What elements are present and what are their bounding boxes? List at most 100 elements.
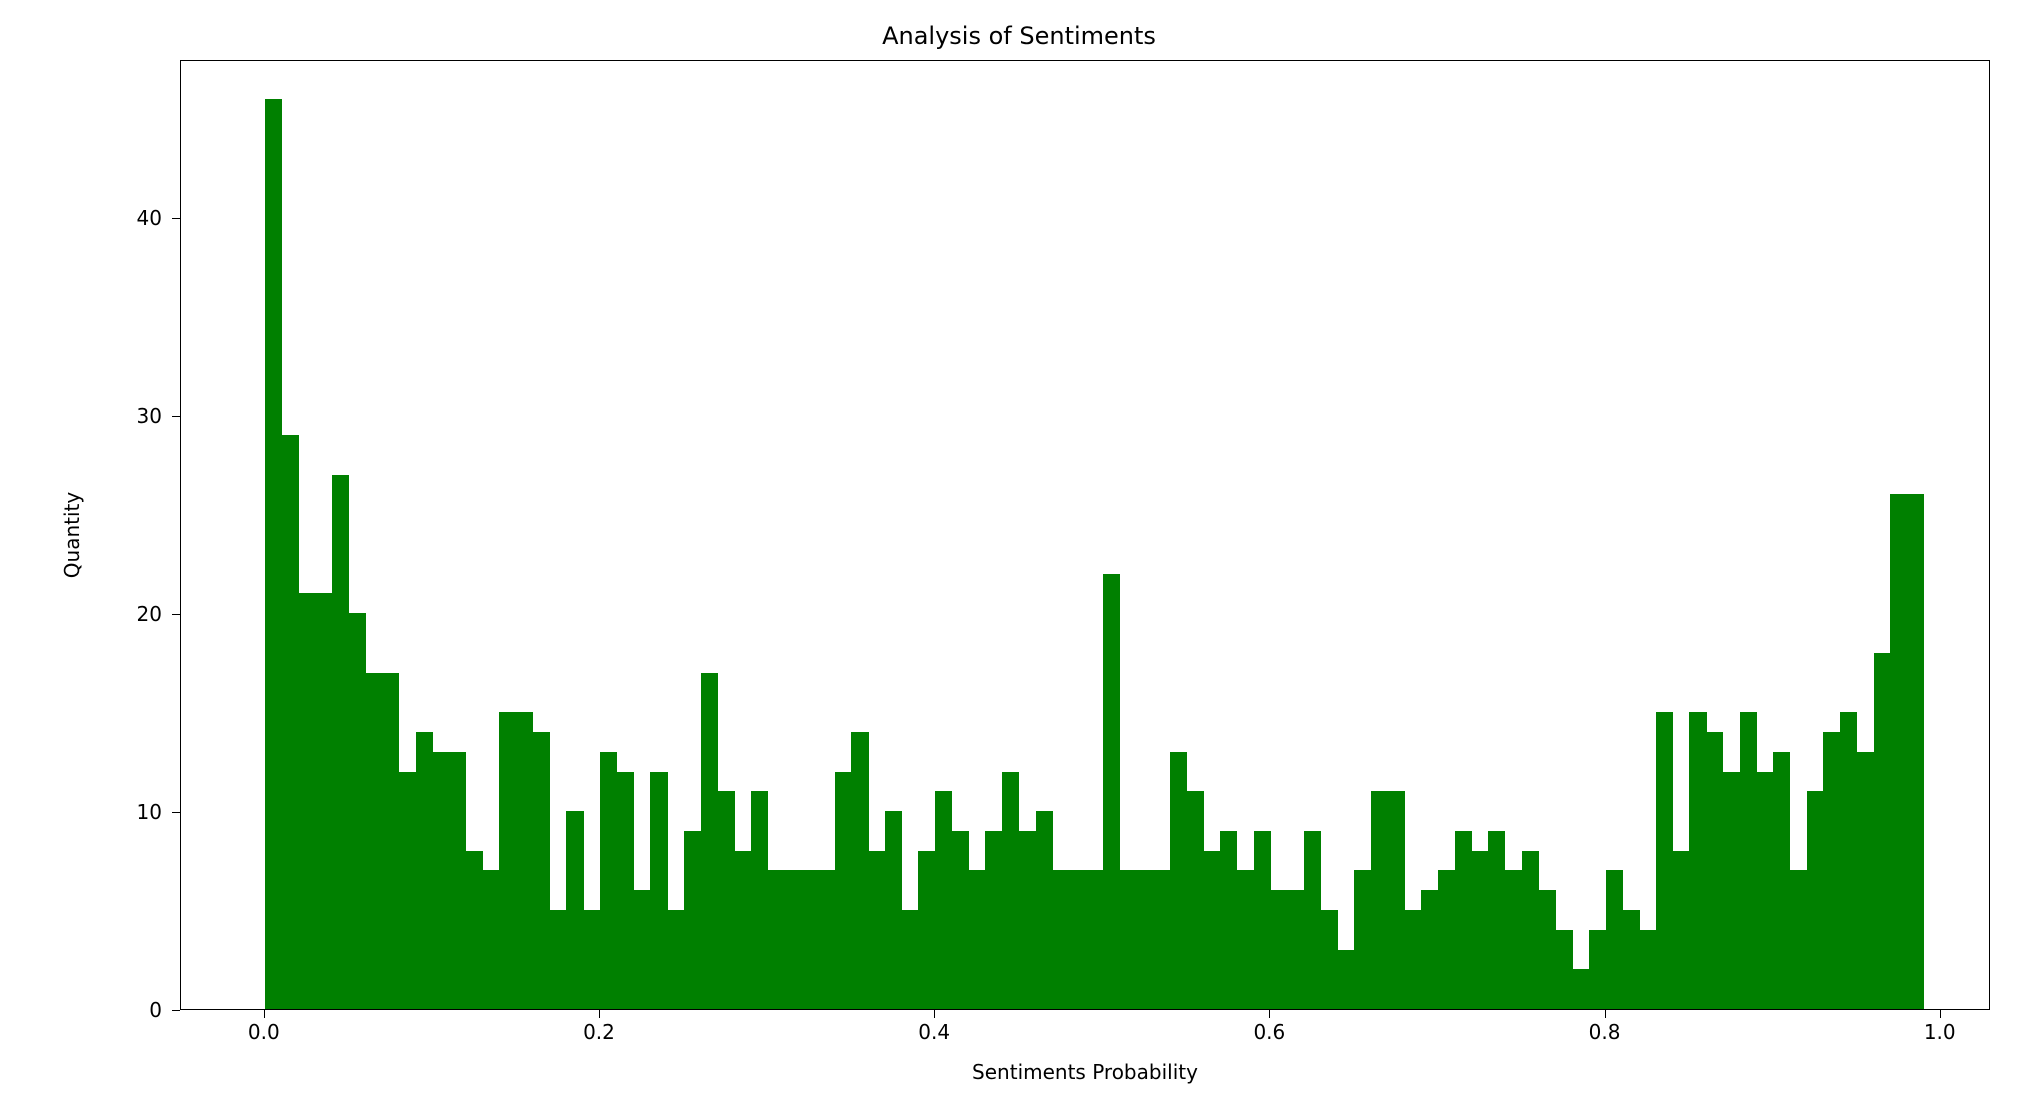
histogram-bar <box>466 851 483 1009</box>
plot-area <box>181 61 1989 1009</box>
xtick-mark <box>934 1010 935 1018</box>
histogram-bar <box>315 593 332 1009</box>
x-axis-label: Sentiments Probability <box>180 1060 1990 1084</box>
histogram-bar <box>1354 870 1371 1009</box>
histogram-bar <box>1187 791 1204 1009</box>
histogram-bar <box>1890 494 1907 1009</box>
histogram-bar <box>1321 910 1338 1009</box>
histogram-bar <box>349 613 366 1009</box>
ytick-label: 40 <box>137 206 170 230</box>
ytick-mark <box>172 812 180 813</box>
histogram-bar <box>1153 870 1170 1009</box>
histogram-bar <box>1287 890 1304 1009</box>
histogram-bar <box>918 851 935 1009</box>
histogram-bar <box>650 772 667 1010</box>
histogram-bar <box>617 772 634 1010</box>
histogram-bar <box>1270 890 1287 1009</box>
ytick-mark <box>172 218 180 219</box>
histogram-bar <box>1723 772 1740 1010</box>
histogram-bar <box>1421 890 1438 1009</box>
histogram-bar <box>1673 851 1690 1009</box>
xtick-mark <box>264 1010 265 1018</box>
chart-title: Analysis of Sentiments <box>0 22 2038 50</box>
histogram-bar <box>265 99 282 1009</box>
histogram-bar <box>1505 870 1522 1009</box>
ytick-label: 10 <box>137 800 170 824</box>
histogram-bar <box>1304 831 1321 1009</box>
xtick-mark <box>1605 1010 1606 1018</box>
histogram-bar <box>1907 494 1924 1009</box>
ytick-mark <box>172 614 180 615</box>
histogram-bar <box>416 732 433 1009</box>
histogram-bar <box>1471 851 1488 1009</box>
histogram-bar <box>985 831 1002 1009</box>
histogram-bar <box>1120 870 1137 1009</box>
xtick-label: 1.0 <box>1924 1020 1956 1044</box>
histogram-bar <box>1488 831 1505 1009</box>
ytick-mark <box>172 1010 180 1011</box>
histogram-bar <box>1874 653 1891 1009</box>
histogram-bar <box>1740 712 1757 1009</box>
histogram-bar <box>1840 712 1857 1009</box>
ytick-label: 20 <box>137 602 170 626</box>
histogram-bar <box>1136 870 1153 1009</box>
histogram-bar <box>885 811 902 1009</box>
histogram-bar <box>533 732 550 1009</box>
histogram-bar <box>1371 791 1388 1009</box>
histogram-bar <box>1337 950 1354 1009</box>
ytick-label: 30 <box>137 404 170 428</box>
histogram-bar <box>684 831 701 1009</box>
histogram-bar <box>1254 831 1271 1009</box>
histogram-bar <box>1220 831 1237 1009</box>
histogram-bar <box>1790 870 1807 1009</box>
histogram-bar <box>1170 752 1187 1009</box>
histogram-bar <box>751 791 768 1009</box>
histogram-bar <box>1689 712 1706 1009</box>
histogram-bar <box>365 673 382 1009</box>
histogram-bar <box>282 435 299 1009</box>
histogram-bar <box>1052 870 1069 1009</box>
histogram-bar <box>1455 831 1472 1009</box>
histogram-bar <box>701 673 718 1009</box>
histogram-bar <box>868 851 885 1009</box>
y-axis-label: Quantity <box>60 60 84 1010</box>
histogram-bar <box>382 673 399 1009</box>
histogram-bar <box>583 910 600 1009</box>
histogram-bar <box>1606 870 1623 1009</box>
histogram-bar <box>969 870 986 1009</box>
xtick-mark <box>1940 1010 1941 1018</box>
histogram-bar <box>851 732 868 1009</box>
histogram-bar <box>902 910 919 1009</box>
xtick-label: 0.2 <box>583 1020 615 1044</box>
histogram-bar <box>818 870 835 1009</box>
histogram-bar <box>1756 772 1773 1010</box>
chart-axes <box>180 60 1990 1010</box>
histogram-bar <box>784 870 801 1009</box>
histogram-bar <box>550 910 567 1009</box>
histogram-bar <box>1572 969 1589 1009</box>
xtick-label: 0.6 <box>1253 1020 1285 1044</box>
xtick-mark <box>1269 1010 1270 1018</box>
histogram-bar <box>298 593 315 1009</box>
xtick-mark <box>599 1010 600 1018</box>
histogram-bar <box>1522 851 1539 1009</box>
histogram-bar <box>1002 772 1019 1010</box>
histogram-bar <box>1019 831 1036 1009</box>
histogram-bar <box>1823 732 1840 1009</box>
histogram-bar <box>499 712 516 1009</box>
histogram-bar <box>1203 851 1220 1009</box>
histogram-bar <box>1237 870 1254 1009</box>
histogram-bar <box>801 870 818 1009</box>
histogram-bar <box>332 475 349 1009</box>
histogram-bar <box>1589 930 1606 1009</box>
histogram-bar <box>516 712 533 1009</box>
histogram-bar <box>717 791 734 1009</box>
histogram-bar <box>1539 890 1556 1009</box>
histogram-bar <box>449 752 466 1009</box>
histogram-bar <box>1438 870 1455 1009</box>
histogram-bar <box>399 772 416 1010</box>
histogram-bar <box>1857 752 1874 1009</box>
histogram-bar <box>1036 811 1053 1009</box>
histogram-bar <box>1639 930 1656 1009</box>
xtick-label: 0.4 <box>918 1020 950 1044</box>
